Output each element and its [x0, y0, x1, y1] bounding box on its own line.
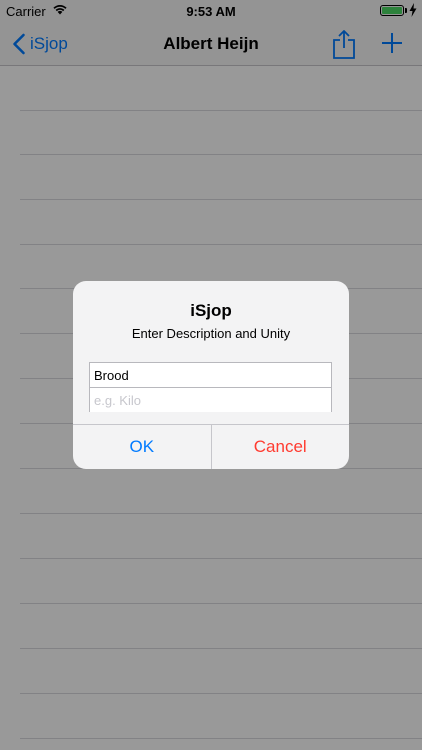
- unit-field[interactable]: [90, 388, 331, 412]
- alert-title: iSjop: [190, 301, 232, 320]
- alert-message: Enter Description and Unity: [131, 326, 291, 341]
- input-alert-dialog: iSjop Enter Description and Unity OK Can…: [73, 281, 349, 469]
- description-field[interactable]: [90, 363, 331, 388]
- cancel-button[interactable]: Cancel: [212, 425, 350, 469]
- ok-button[interactable]: OK: [73, 425, 212, 469]
- alert-fields: [89, 362, 332, 412]
- alert-button-row: OK Cancel: [73, 424, 349, 469]
